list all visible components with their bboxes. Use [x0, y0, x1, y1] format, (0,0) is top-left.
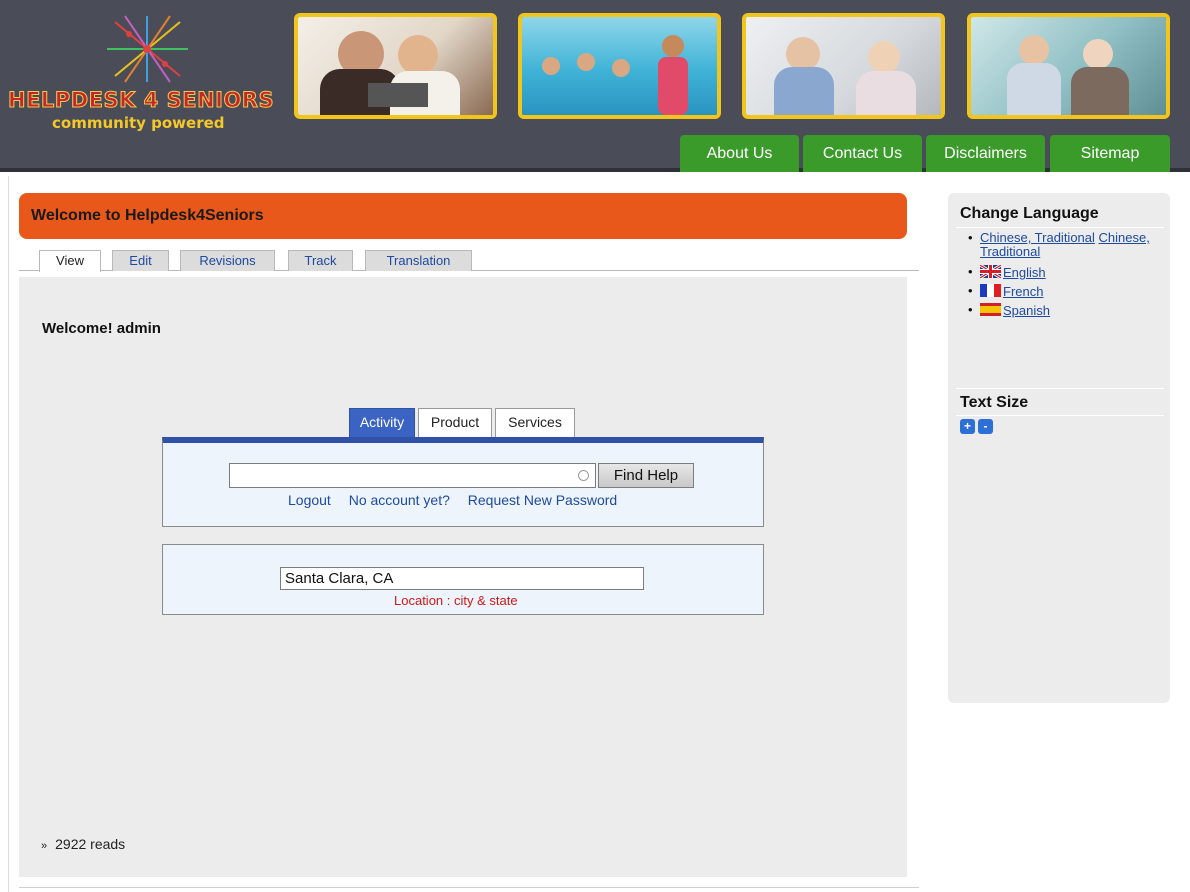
language-link-english[interactable]: English [1003, 265, 1046, 280]
find-help-button[interactable]: Find Help [598, 463, 694, 488]
location-panel: Santa Clara, CA Location : city & state [162, 544, 764, 615]
increase-text-size-button[interactable]: + [960, 419, 975, 434]
decrease-text-size-button[interactable]: - [978, 419, 993, 434]
read-count-label: 2922 reads [55, 836, 126, 852]
no-account-link[interactable]: No account yet? [349, 492, 450, 508]
sidebar: Change Language • Chinese, Traditional C… [948, 193, 1170, 703]
tab-edit[interactable]: Edit [112, 250, 169, 271]
language-link-spanish[interactable]: Spanish [1003, 303, 1050, 318]
search-tab-activity[interactable]: Activity [349, 408, 415, 437]
location-hint: Location : city & state [394, 593, 518, 608]
search-panel: Find Help Logout No account yet? Request… [162, 437, 764, 527]
request-password-link[interactable]: Request New Password [468, 492, 617, 508]
language-item-chinese: • Chinese, Traditional Chinese, Traditio… [968, 230, 1150, 259]
logo-subtitle: community powered [52, 114, 225, 132]
nav-sitemap[interactable]: Sitemap [1050, 135, 1170, 172]
language-item-spanish: • Spanish [968, 302, 1050, 318]
search-tab-product[interactable]: Product [418, 408, 492, 437]
language-link-chinese[interactable]: Chinese, Traditional [980, 230, 1095, 245]
tab-translation[interactable]: Translation [365, 250, 472, 271]
location-input[interactable]: Santa Clara, CA [280, 567, 644, 590]
language-item-english: • English [968, 264, 1046, 280]
welcome-message: Welcome! admin [42, 320, 161, 337]
node-tabs: View Edit Revisions Track Translation [19, 247, 919, 272]
header-photo-seniors-celebrating [742, 13, 945, 119]
read-count: » 2922 reads [41, 836, 125, 852]
change-language-heading: Change Language [960, 205, 1099, 222]
language-link-french[interactable]: French [1003, 284, 1043, 299]
header-photo-senior-assistance [967, 13, 1170, 119]
site-logo[interactable]: HELPDESK 4 SENIORS community powered [0, 14, 290, 134]
tab-view[interactable]: View [39, 250, 101, 272]
sidebar-divider [956, 415, 1164, 416]
header-photo-water-aerobics [518, 13, 721, 119]
search-input[interactable] [229, 463, 596, 488]
nav-about-us[interactable]: About Us [680, 135, 799, 172]
language-item-french: • French [968, 283, 1044, 299]
search-spinner-icon [578, 470, 589, 481]
spain-flag-icon [980, 303, 1001, 316]
uk-flag-icon [980, 265, 1001, 278]
page-title: Welcome to Helpdesk4Seniors [19, 193, 907, 239]
sidebar-divider [956, 388, 1164, 389]
node-body: Welcome! admin Activity Product Services… [19, 277, 907, 877]
account-links: Logout No account yet? Request New Passw… [288, 492, 631, 508]
header-photo-couple-laptop [294, 13, 497, 119]
france-flag-icon [980, 284, 1001, 297]
tab-revisions[interactable]: Revisions [180, 250, 275, 271]
logo-title: HELPDESK 4 SENIORS [7, 88, 275, 113]
nav-disclaimers[interactable]: Disclaimers [926, 135, 1045, 172]
main-content: Welcome to Helpdesk4Seniors View Edit Re… [8, 176, 919, 892]
site-header: HELPDESK 4 SENIORS community powered Abo… [0, 0, 1190, 172]
content-divider [19, 887, 919, 888]
logo-burst-icon [107, 15, 188, 83]
raquo-icon: » [41, 840, 48, 852]
text-size-heading: Text Size [960, 394, 1029, 411]
search-tab-services[interactable]: Services [495, 408, 575, 437]
nav-contact-us[interactable]: Contact Us [803, 135, 922, 172]
tab-track[interactable]: Track [288, 250, 353, 271]
logout-link[interactable]: Logout [288, 492, 331, 508]
sidebar-divider [956, 227, 1164, 228]
language-list: • Chinese, Traditional Chinese, Traditio… [968, 230, 1160, 322]
